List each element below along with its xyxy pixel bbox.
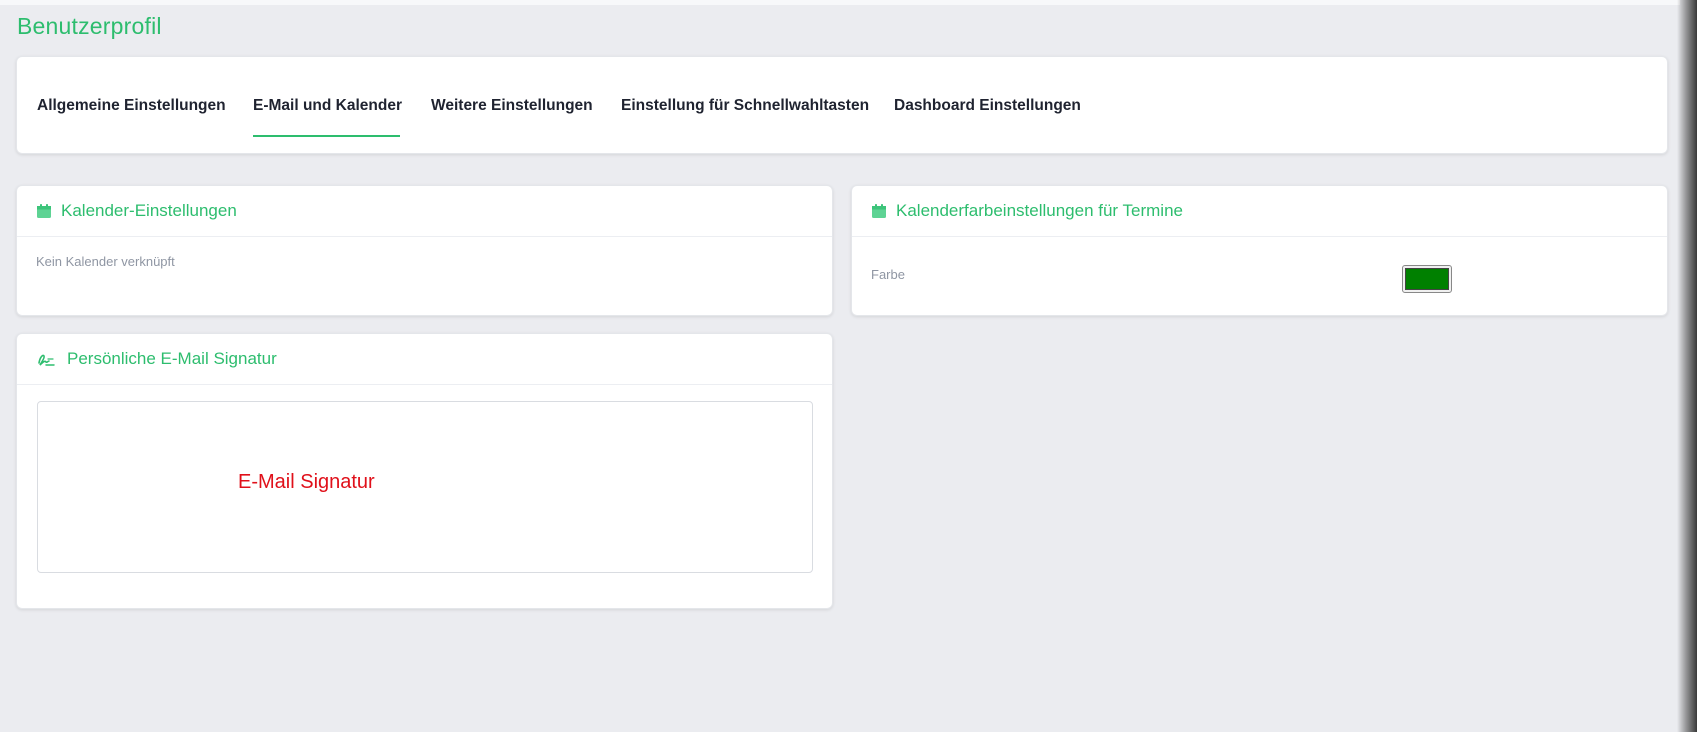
- tab-further-settings[interactable]: Weitere Einstellungen: [431, 97, 593, 115]
- signature-text: E-Mail Signatur: [238, 471, 375, 493]
- calendar-status-text: Kein Kalender verknüpft: [36, 254, 175, 269]
- email-signature-card: Persönliche E-Mail Signatur E-Mail Signa…: [16, 333, 833, 609]
- tab-email-and-calendar[interactable]: E-Mail und Kalender: [253, 97, 402, 115]
- color-label: Farbe: [871, 267, 905, 282]
- color-picker[interactable]: [1402, 265, 1452, 293]
- active-tab-indicator: [253, 135, 400, 137]
- calendar-icon: [37, 204, 51, 218]
- calendar-icon: [872, 204, 886, 218]
- calendar-color-settings-title: Kalenderfarbeinstellungen für Termine: [896, 201, 1183, 220]
- calendar-settings-header: Kalender-Einstellungen: [17, 186, 832, 237]
- signature-editor[interactable]: E-Mail Signatur: [37, 401, 813, 573]
- calendar-settings-title: Kalender-Einstellungen: [61, 201, 237, 220]
- color-picker-swatch: [1405, 268, 1449, 290]
- window-edge-shadow: [1677, 0, 1697, 732]
- tab-speed-dial-settings[interactable]: Einstellung für Schnellwahltasten: [621, 97, 869, 115]
- signature-icon: [38, 354, 55, 366]
- top-bar: [0, 0, 1680, 5]
- tab-general-settings[interactable]: Allgemeine Einstellungen: [37, 97, 226, 115]
- tab-dashboard-settings[interactable]: Dashboard Einstellungen: [894, 97, 1081, 115]
- settings-tabs: Allgemeine Einstellungen E-Mail und Kale…: [16, 56, 1668, 154]
- email-signature-title: Persönliche E-Mail Signatur: [67, 349, 277, 368]
- calendar-color-settings-header: Kalenderfarbeinstellungen für Termine: [852, 186, 1667, 237]
- calendar-color-settings-card: Kalenderfarbeinstellungen für Termine Fa…: [851, 185, 1668, 316]
- email-signature-header: Persönliche E-Mail Signatur: [17, 334, 832, 385]
- calendar-settings-card: Kalender-Einstellungen Kein Kalender ver…: [16, 185, 833, 316]
- page-title: Benutzerprofil: [17, 13, 162, 39]
